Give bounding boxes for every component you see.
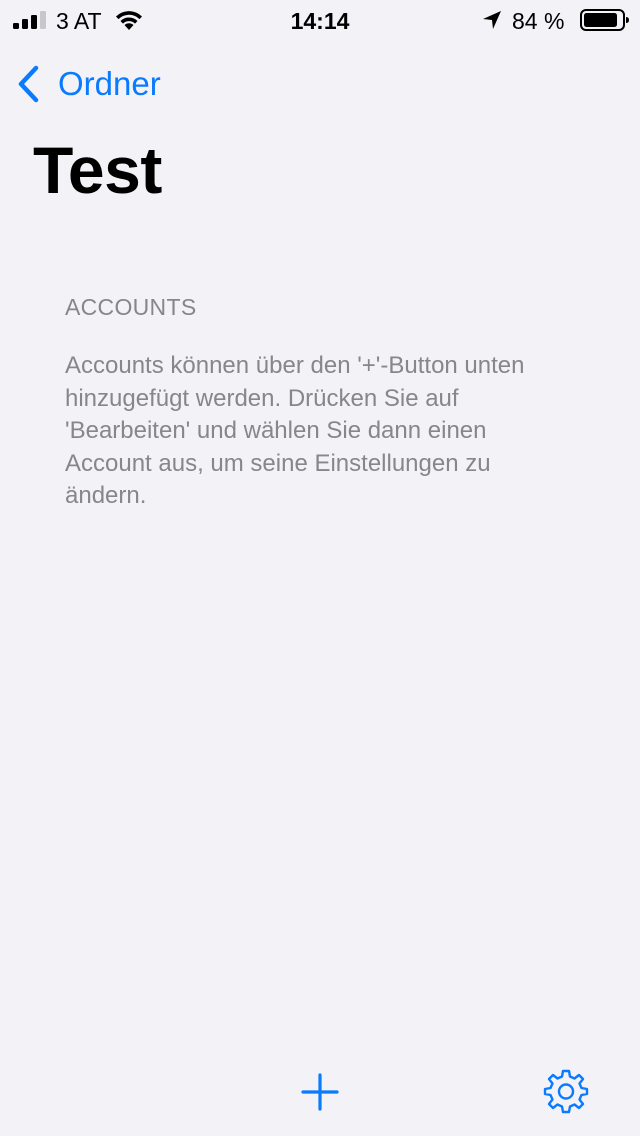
gear-icon[interactable] — [543, 1068, 589, 1114]
chevron-left-icon — [18, 65, 39, 103]
battery-percent: 84 % — [512, 8, 565, 34]
page-title: Test — [33, 133, 162, 207]
battery-icon — [580, 9, 629, 31]
location-arrow-icon — [483, 11, 501, 29]
status-bar: 3 AT 14:14 84 % — [0, 0, 640, 40]
back-button-label: Ordner — [58, 65, 161, 102]
back-button[interactable]: Ordner — [14, 60, 161, 108]
section-footer-hint: Accounts können über den '+'-Button unte… — [65, 352, 525, 509]
plus-icon[interactable] — [300, 1072, 340, 1112]
section-header: ACCOUNTS — [65, 294, 197, 320]
